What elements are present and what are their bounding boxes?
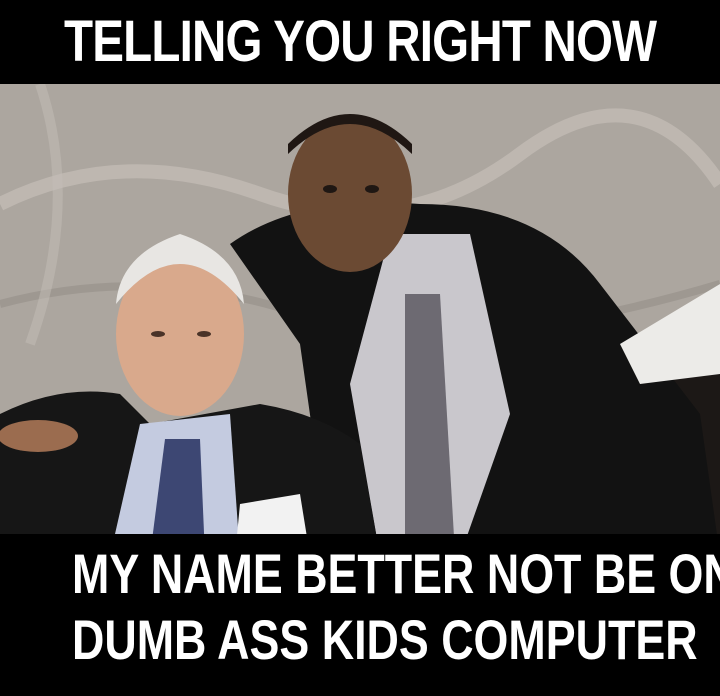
hand (0, 420, 78, 452)
top-caption-bar: TELLING YOU RIGHT NOW (0, 0, 720, 84)
bottom-caption-line-2: DUMB ASS KIDS COMPUTER (72, 608, 698, 671)
standing-man-head (288, 116, 412, 272)
meme-photo (0, 84, 720, 556)
top-caption-text: TELLING YOU RIGHT NOW (63, 9, 657, 74)
photo-illustration (0, 84, 720, 556)
bottom-caption-line-1: MY NAME BETTER NOT BE ON YOUR (72, 542, 720, 605)
meme-image: TELLING YOU RIGHT NOW MY NAME BETTER NOT… (0, 0, 720, 696)
